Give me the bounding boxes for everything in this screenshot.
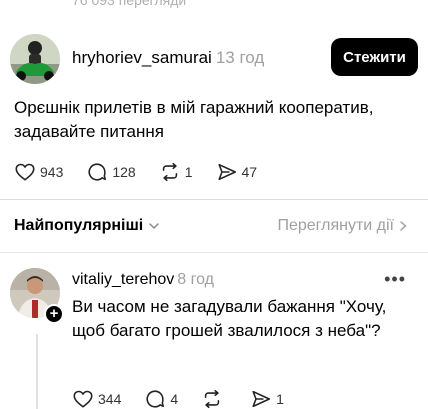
comment-timestamp: 8 год (177, 271, 214, 288)
repost-arrows-icon (162, 162, 177, 182)
comment-author-line: vitaliy_terehov 8 год (72, 271, 214, 289)
heart-icon (73, 390, 93, 408)
comment-repost-button[interactable] (201, 388, 227, 409)
follow-plus-icon[interactable]: + (44, 304, 64, 324)
chevron-right-icon (400, 221, 407, 231)
repost-button[interactable]: 1 (159, 161, 193, 183)
sort-dropdown[interactable]: Найпопулярніші (14, 217, 160, 235)
share-count: 47 (241, 164, 258, 180)
comment-reply-button[interactable]: 4 (144, 388, 178, 409)
comment-actions: 344 4 1 (72, 387, 307, 409)
comment-share-count: 1 (276, 391, 284, 407)
post-timestamp: 13 год (215, 48, 265, 67)
speech-bubble-icon (146, 390, 165, 408)
comment-like-button[interactable]: 344 (72, 388, 121, 409)
like-count: 943 (40, 164, 64, 180)
author-avatar[interactable] (10, 34, 60, 84)
repost-arrows-icon (204, 389, 220, 409)
share-button[interactable]: 47 (216, 161, 258, 183)
view-activity-label: Переглянути дії (277, 217, 394, 234)
post-author-username[interactable]: hryhoriev_samurai (72, 48, 212, 67)
sort-divider (0, 252, 428, 253)
like-button[interactable]: 943 (14, 161, 63, 183)
post-text: Орєшнік прилетів в мій гаражний кооперат… (14, 98, 374, 141)
send-icon (217, 163, 236, 181)
speech-bubble-icon (88, 163, 107, 181)
views-count: 76 093 перегляди (72, 0, 187, 8)
repost-count: 1 (184, 164, 193, 180)
post-author-line: hryhoriev_samurai 13 год (72, 48, 264, 68)
thread-line (36, 334, 38, 409)
follow-button[interactable]: Стежити (331, 38, 418, 76)
comment-count: 128 (112, 164, 136, 180)
more-dots-icon[interactable]: ••• (384, 270, 406, 288)
comment-text: Ви часом не загадували бажання "Хочу, що… (72, 297, 387, 340)
send-icon (252, 390, 271, 408)
comment-reply-count: 4 (170, 391, 179, 407)
sort-label: Найпопулярніші (14, 217, 144, 234)
post-header: hryhoriev_samurai 13 год Стежити (10, 34, 418, 84)
heart-icon (15, 163, 35, 181)
sort-bar: Найпопулярніші Переглянути дії (0, 200, 428, 252)
comment-author-username[interactable]: vitaliy_terehov (72, 271, 174, 288)
chevron-down-icon (149, 223, 159, 230)
comment-share-button[interactable]: 1 (250, 388, 284, 409)
post-actions: 943 128 1 47 (14, 160, 280, 184)
comment-like-count: 344 (98, 391, 122, 407)
comment-button[interactable]: 128 (86, 161, 136, 183)
view-activity-link[interactable]: Переглянути дії (277, 217, 408, 235)
